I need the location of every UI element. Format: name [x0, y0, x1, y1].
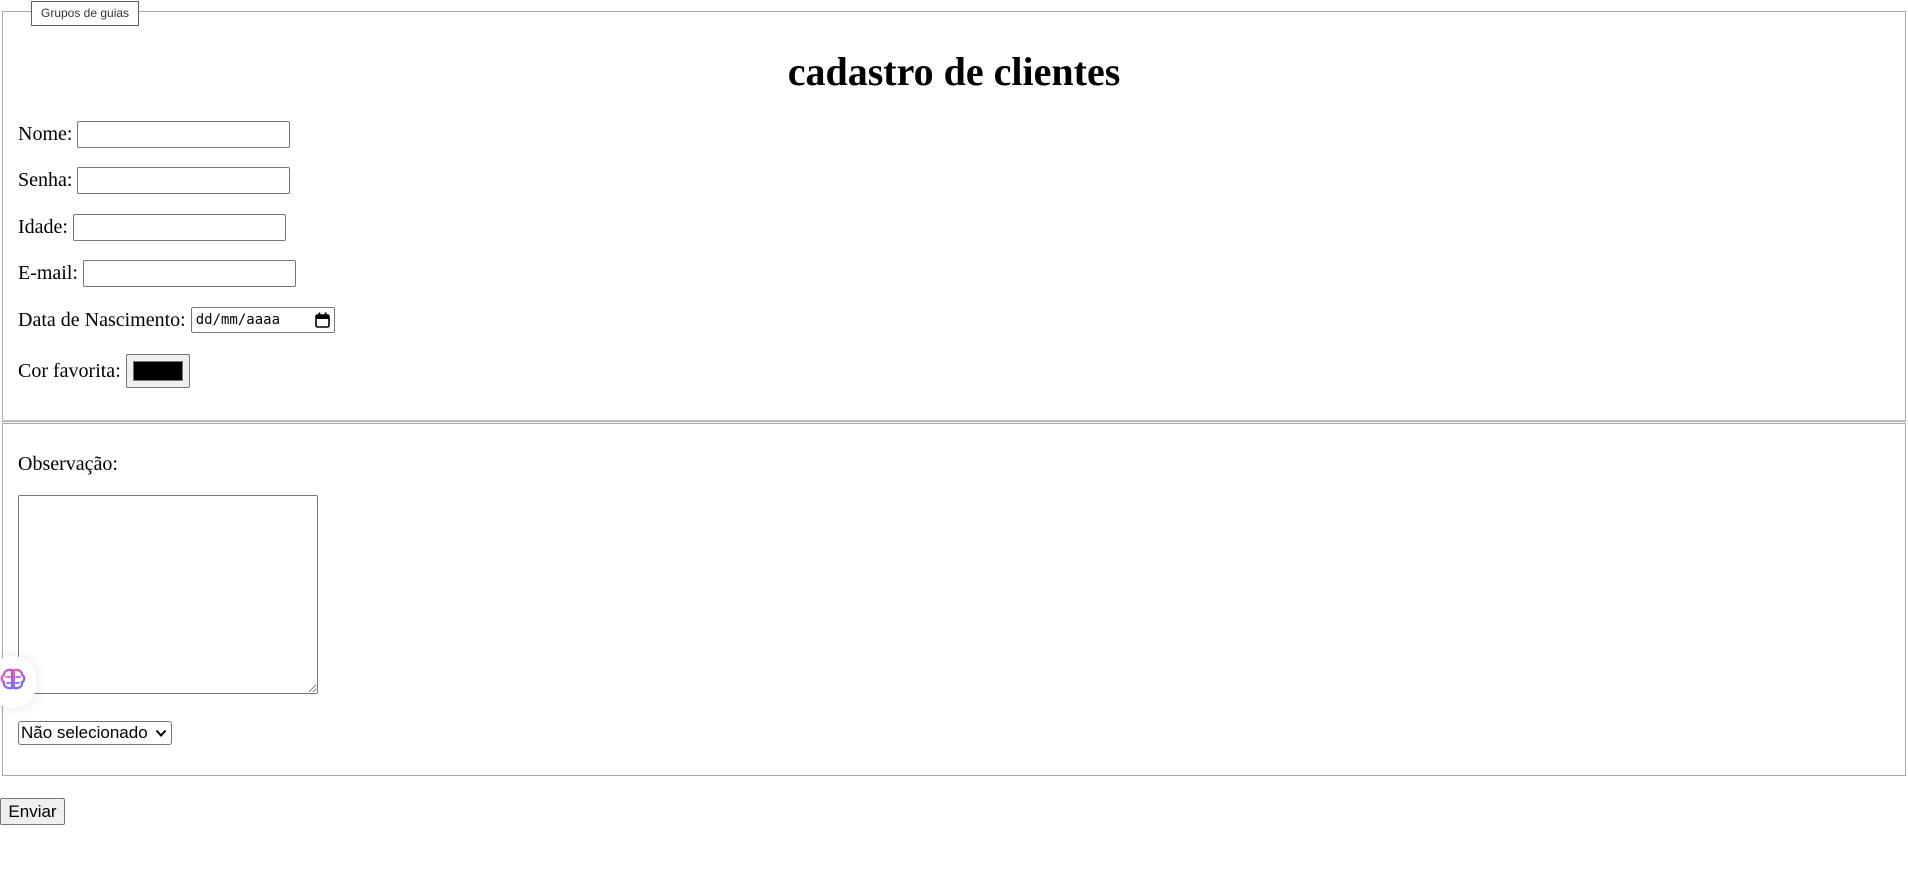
idade-input[interactable] [72, 214, 286, 241]
calendar-icon[interactable] [314, 312, 330, 328]
idade-label: Idade: [18, 216, 68, 238]
cor-row: Cor favorita: [18, 354, 190, 388]
nascimento-row: Data de Nascimento: dd/mm/aaaa [18, 307, 335, 333]
fieldset-divider [2, 420, 1906, 422]
observacao-label: Observação: [18, 453, 118, 475]
nome-label: Nome: [18, 123, 73, 145]
email-label: E-mail: [18, 262, 78, 284]
page-title: cadastro de clientes [787, 49, 1121, 94]
senha-label: Senha: [18, 169, 73, 191]
nome-row: Nome: [18, 121, 291, 148]
tab-group-chip[interactable]: Grupos de guias [31, 1, 140, 26]
observacao-textarea[interactable] [18, 495, 318, 694]
nascimento-date-input[interactable]: dd/mm/aaaa [190, 307, 335, 333]
cor-favorita-picker[interactable] [125, 354, 190, 388]
date-placeholder: dd/mm/aaaa [195, 312, 281, 328]
nome-input[interactable] [77, 121, 291, 148]
enviar-button[interactable]: Enviar [0, 798, 65, 825]
status-select[interactable]: Não selecionado [18, 721, 172, 745]
nascimento-label: Data de Nascimento: [18, 308, 186, 331]
email-input[interactable] [82, 260, 296, 287]
color-swatch [132, 361, 183, 381]
idade-row: Idade: [18, 214, 286, 241]
chevron-down-icon [155, 723, 167, 743]
senha-input[interactable] [77, 167, 291, 194]
select-value: Não selecionado [21, 723, 148, 742]
cor-label: Cor favorita: [18, 359, 121, 382]
senha-row: Senha: [18, 167, 291, 194]
brain-icon [0, 668, 26, 697]
email-row: E-mail: [18, 260, 296, 287]
